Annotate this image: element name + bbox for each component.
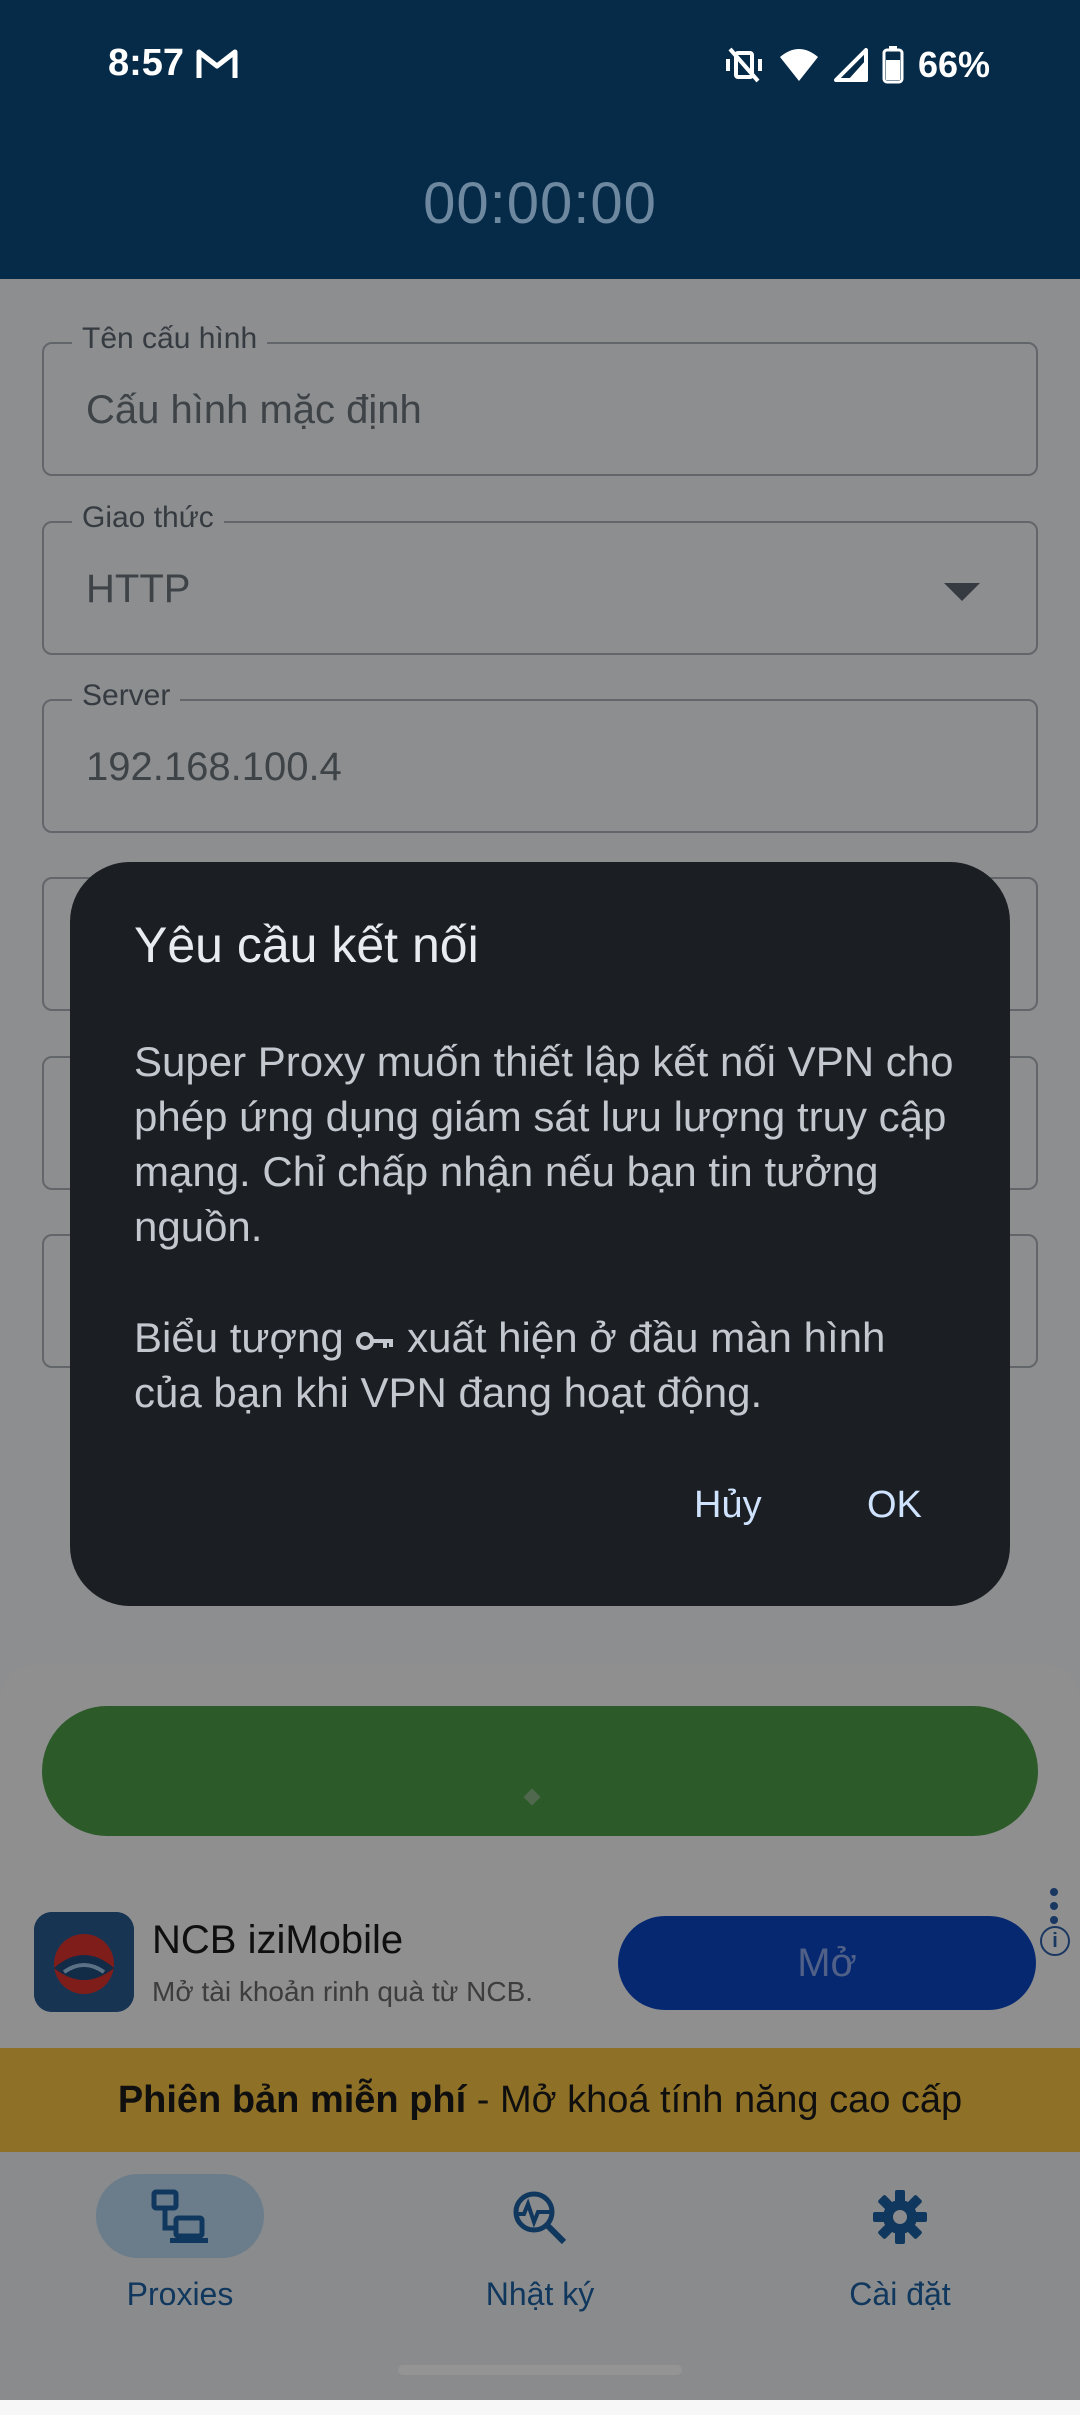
connection-timer: 00:00:00 bbox=[423, 171, 657, 236]
wifi-icon bbox=[779, 49, 818, 81]
status-bar: 8:57 66% bbox=[0, 0, 1080, 130]
vibrate-off-icon bbox=[725, 47, 762, 83]
gmail-icon bbox=[196, 49, 238, 78]
key-icon bbox=[356, 1331, 394, 1350]
dialog-title: Yêu cầu kết nối bbox=[134, 917, 479, 973]
battery-percentage: 66% bbox=[917, 44, 990, 85]
battery-icon bbox=[882, 46, 904, 84]
status-time: 8:57 bbox=[108, 42, 185, 84]
dialog-key-note: Biểu tượng xuất hiện ở đầu màn hình của … bbox=[134, 1310, 964, 1420]
cellular-signal-icon bbox=[833, 48, 868, 82]
ok-button[interactable]: OK bbox=[867, 1484, 922, 1527]
dialog-key-note-prefix: Biểu tượng bbox=[134, 1314, 356, 1361]
cancel-button[interactable]: Hủy bbox=[694, 1484, 762, 1527]
dialog-message: Super Proxy muốn thiết lập kết nối VPN c… bbox=[134, 1038, 954, 1250]
vpn-connection-dialog: Yêu cầu kết nối Super Proxy muốn thiết l… bbox=[70, 862, 1010, 1606]
